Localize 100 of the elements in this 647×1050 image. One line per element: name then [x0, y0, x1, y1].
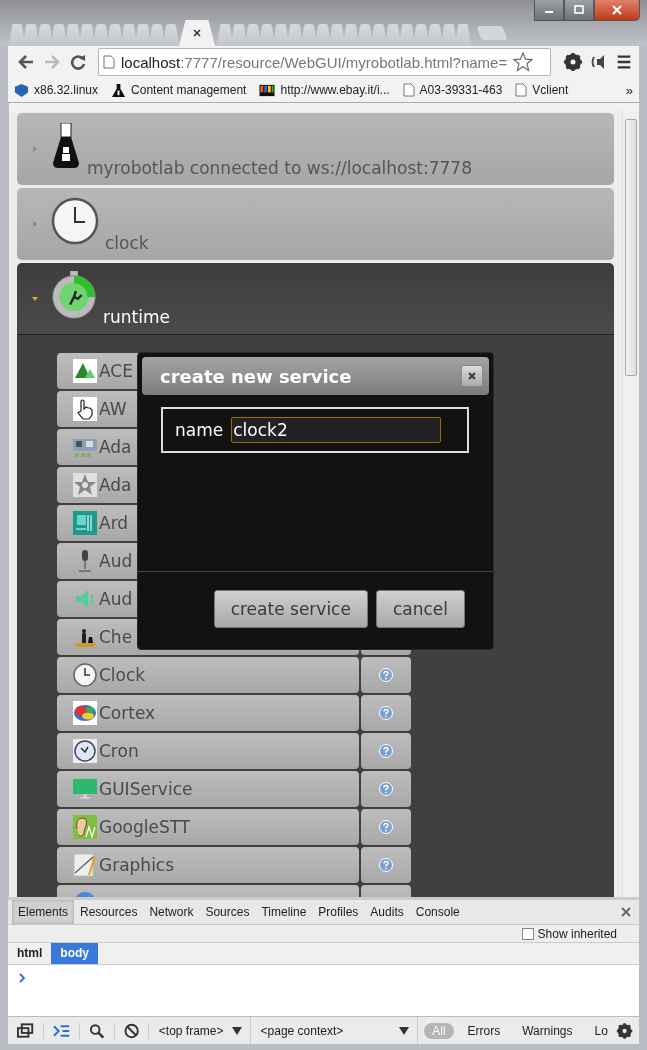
reload-icon[interactable] [68, 52, 88, 72]
browser-tab[interactable] [385, 24, 401, 46]
dialog-button[interactable]: cancel [375, 589, 465, 628]
browser-tab[interactable] [357, 24, 373, 46]
browser-tab[interactable] [149, 24, 165, 46]
service-item[interactable]: Clock [57, 657, 359, 693]
help-cell[interactable] [361, 771, 411, 807]
browser-tab[interactable] [231, 24, 247, 46]
devtools-tab[interactable]: Resources [74, 900, 144, 924]
help-icon[interactable] [379, 858, 393, 872]
bookmark[interactable]: Vclient [515, 83, 569, 97]
ear-icon [73, 815, 97, 839]
brain-icon [73, 701, 97, 725]
browser-tab[interactable] [315, 24, 331, 46]
checkbox[interactable] [521, 927, 534, 940]
devtools-tab[interactable]: Timeline [255, 900, 313, 924]
help-cell[interactable] [361, 695, 411, 731]
help-cell[interactable] [361, 733, 411, 769]
context-dropdown[interactable]: <page context> [250, 1017, 419, 1044]
browser-tab[interactable] [163, 24, 179, 46]
help-cell[interactable] [361, 847, 411, 883]
devtools-tab[interactable]: Profiles [312, 900, 365, 924]
close-icon[interactable] [193, 29, 201, 37]
help-icon[interactable] [379, 782, 393, 796]
browser-tab[interactable] [37, 24, 53, 46]
frame-dropdown[interactable]: <top frame> [148, 1017, 251, 1044]
devtools-tab[interactable]: Audits [364, 900, 410, 924]
help-cell[interactable] [361, 809, 411, 845]
service-item[interactable]: Cortex [57, 695, 359, 731]
browser-tab[interactable] [65, 24, 81, 46]
browser-tab[interactable] [441, 24, 457, 46]
browser-tab[interactable] [413, 24, 429, 46]
browser-tab[interactable] [427, 24, 443, 46]
dialog-button[interactable]: create service [213, 589, 368, 628]
browser-tab[interactable] [399, 24, 415, 46]
maximize-button[interactable] [564, 0, 594, 21]
settings-icon[interactable] [563, 52, 583, 72]
bookmark[interactable]: x86.32.linux [14, 82, 99, 98]
scrollbar[interactable] [622, 111, 639, 897]
browser-tab[interactable] [455, 24, 471, 46]
browser-tab[interactable] [329, 24, 345, 46]
browser-tab[interactable] [217, 24, 233, 46]
bookmark[interactable]: Content management [111, 82, 247, 98]
help-cell[interactable] [361, 657, 411, 693]
help-icon[interactable] [379, 744, 393, 758]
name-field[interactable]: clock2 [231, 417, 442, 443]
bookmark[interactable]: A03-39331-463 [402, 83, 503, 97]
menu-icon[interactable] [615, 53, 633, 71]
browser-tab[interactable] [273, 24, 289, 46]
settings-icon[interactable] [615, 1021, 633, 1040]
address-field[interactable]: localhost:7777/resource/WebGUI/myrobotlab.html?name= [98, 48, 551, 76]
panel-header[interactable]: runtime [17, 263, 614, 335]
devtools-tab[interactable]: Network [143, 900, 200, 924]
browser-tab[interactable] [9, 24, 25, 46]
minimize-button[interactable] [534, 0, 564, 21]
service-item[interactable]: GUIService [57, 771, 359, 807]
browser-tab[interactable] [23, 24, 39, 46]
browser-tab[interactable] [371, 24, 387, 46]
clock-icon [51, 196, 99, 245]
service-item[interactable]: Cron [57, 733, 359, 769]
new-tab-button[interactable] [476, 26, 508, 40]
help-icon[interactable] [379, 820, 393, 834]
triangle-logo-icon [73, 359, 97, 383]
star-icon[interactable] [513, 52, 534, 72]
panel-title: runtime [103, 307, 170, 327]
devtools-tab[interactable]: Console [409, 900, 466, 924]
browser-tab[interactable] [79, 24, 95, 46]
help-icon[interactable] [379, 706, 393, 720]
stopwatch-icon [51, 270, 97, 320]
more-bookmarks-button[interactable]: » [625, 82, 633, 98]
close-window-button[interactable] [594, 0, 640, 21]
devtools-tab[interactable]: Sources [199, 900, 256, 924]
bookmark[interactable]: http://www.ebay.it/i... [259, 82, 390, 98]
browser-tab[interactable] [135, 24, 151, 46]
scrollbar-thumb[interactable] [625, 119, 637, 376]
monitor-icon [73, 777, 97, 801]
browser-tab[interactable] [51, 24, 67, 46]
breadcrumb[interactable]: html [8, 943, 52, 964]
maximize-icon [573, 5, 585, 15]
browser-tab[interactable] [301, 24, 317, 46]
flower-star-icon [73, 473, 97, 497]
drafting-tools-icon [73, 853, 97, 877]
browser-tab[interactable] [93, 24, 109, 46]
filter-button[interactable]: Lo [586, 1022, 616, 1039]
devtools-tab[interactable]: Elements [12, 900, 75, 924]
service-item[interactable]: GoogleSTT [57, 809, 359, 845]
close-button[interactable] [461, 365, 483, 387]
browser-tab[interactable] [107, 24, 123, 46]
browser-tab[interactable] [259, 24, 275, 46]
service-item[interactable]: Graphics [57, 847, 359, 883]
panel-title: myrobotlab connected to ws://localhost:7778 [87, 158, 472, 178]
help-icon[interactable] [379, 668, 393, 682]
filter-button[interactable]: Errors [459, 1022, 509, 1039]
browser-tab[interactable] [121, 24, 137, 46]
breadcrumb[interactable]: body [51, 943, 98, 964]
dialog-title: create new service [160, 365, 352, 387]
browser-tab[interactable] [287, 24, 303, 46]
filter-button[interactable]: Warnings [514, 1022, 581, 1039]
browser-tab[interactable] [245, 24, 261, 46]
browser-tab[interactable] [343, 24, 359, 46]
